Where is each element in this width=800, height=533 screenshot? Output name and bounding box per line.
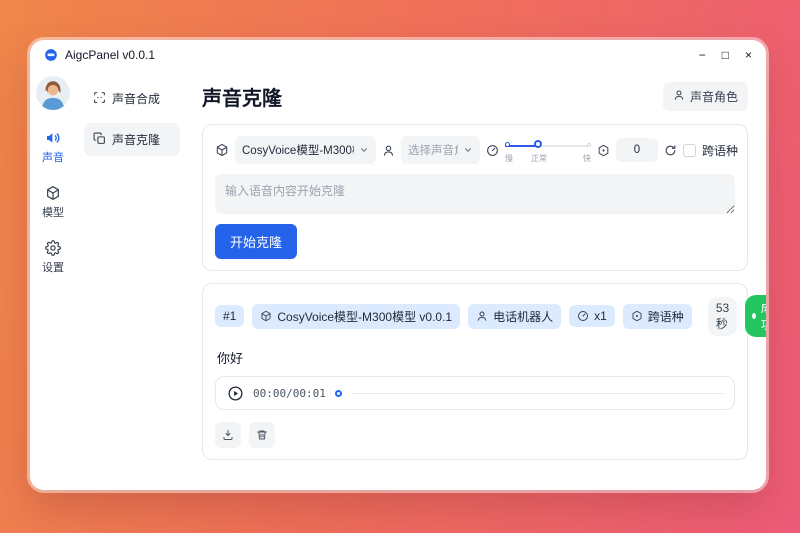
speedometer-icon [577, 310, 589, 322]
close-button[interactable]: × [745, 49, 752, 61]
speedometer-icon [486, 144, 499, 157]
speaker-icon [45, 130, 61, 146]
person-icon [673, 89, 685, 104]
cross-lingual-label: 跨语种 [702, 142, 738, 159]
model-cube-icon [45, 185, 61, 201]
model-select[interactable]: CosyVoice模型-M300模型 v0.0.1 [235, 136, 376, 164]
duration-badge: 53秒 [708, 297, 737, 336]
sidebar-item-voice[interactable]: 声音 [42, 130, 64, 165]
minimize-button[interactable]: − [699, 49, 706, 61]
result-index-badge: #1 [215, 305, 244, 327]
person-icon [382, 144, 395, 157]
app-logo-icon [44, 48, 58, 62]
result-model-badge: CosyVoice模型-M300模型 v0.0.1 [252, 304, 460, 329]
scan-icon [93, 91, 106, 107]
speed-label-fast: 快 [583, 153, 591, 164]
sidebar-item-label: 声音 [42, 149, 64, 165]
model-select-value: CosyVoice模型-M300模型 v0.0.1 [242, 142, 354, 158]
speed-label-slow: 慢 [505, 153, 513, 164]
result-voice-label: 电话机器人 [493, 308, 553, 325]
seed-icon [597, 144, 610, 157]
slider-labels: 慢 正常 快 [505, 153, 591, 163]
clone-text-input[interactable] [215, 174, 735, 214]
start-clone-button[interactable]: 开始克隆 [215, 224, 297, 259]
chevron-down-icon [463, 145, 473, 155]
result-text: 你好 [217, 348, 733, 367]
chevron-down-icon [359, 145, 369, 155]
voice-role-label: 声音角色 [690, 88, 738, 105]
clone-copy-icon [93, 132, 106, 148]
player-time: 00:00/00:01 [253, 387, 326, 400]
player-progress-track[interactable] [351, 393, 723, 394]
speed-slider[interactable]: 慢 正常 快 [505, 137, 591, 163]
player-seek-handle[interactable] [335, 390, 342, 397]
model-cube-icon [215, 143, 229, 157]
maximize-button[interactable]: □ [722, 49, 729, 61]
seed-icon [631, 310, 643, 322]
download-button[interactable] [215, 422, 241, 448]
slider-end-dot [587, 143, 591, 147]
seed-input[interactable] [616, 138, 658, 162]
status-badge: 成功 [745, 295, 766, 337]
avatar[interactable] [36, 76, 70, 110]
download-icon [222, 429, 234, 441]
gear-icon [45, 240, 61, 256]
result-voice-badge: 电话机器人 [468, 304, 561, 329]
voice-role-select[interactable]: 选择声音角色 [401, 136, 480, 164]
slider-fill [505, 145, 538, 147]
cross-lingual-checkbox[interactable] [683, 144, 696, 157]
sidebar-item-label: 模型 [42, 204, 64, 220]
status-label: 成功 [761, 299, 766, 333]
sidebar-item-model[interactable]: 模型 [42, 185, 64, 220]
model-cube-icon [260, 310, 272, 322]
trash-icon [256, 429, 268, 441]
submenu-item-voice-synthesis[interactable]: 声音合成 [84, 82, 180, 115]
result-speed-badge: x1 [569, 305, 615, 327]
result-model-label: CosyVoice模型-M300模型 v0.0.1 [277, 308, 452, 325]
result-cross-lingual-label: 跨语种 [648, 308, 684, 325]
delete-button[interactable] [249, 422, 275, 448]
main-content: 声音克隆 声音角色 CosyVoice模型-M300模型 v0.0.1 [188, 70, 766, 490]
play-button[interactable] [227, 385, 244, 402]
person-icon [476, 310, 488, 322]
status-dot [752, 313, 756, 319]
slider-start-dot [505, 142, 510, 147]
clone-form-card: CosyVoice模型-M300模型 v0.0.1 选择声音角色 [202, 124, 748, 271]
voice-role-select-placeholder: 选择声音角色 [408, 142, 458, 158]
speed-label-normal: 正常 [531, 153, 547, 164]
voice-role-button[interactable]: 声音角色 [663, 82, 748, 111]
submenu-item-label: 声音克隆 [112, 131, 160, 148]
sidebar-item-label: 设置 [42, 259, 64, 275]
icon-sidebar: 声音 模型 设置 [30, 70, 76, 490]
result-card: #1 CosyVoice模型-M300模型 v0.0.1 电话机器人 x1 [202, 283, 748, 460]
page-title: 声音克隆 [202, 82, 282, 111]
titlebar: AigcPanel v0.0.1 − □ × [30, 40, 766, 70]
refresh-icon[interactable] [664, 144, 677, 157]
submenu-item-label: 声音合成 [112, 90, 160, 107]
result-cross-lingual-badge: 跨语种 [623, 304, 692, 329]
app-window: AigcPanel v0.0.1 − □ × 声音 模型 [30, 40, 766, 490]
submenu-item-voice-clone[interactable]: 声音克隆 [84, 123, 180, 156]
window-controls: − □ × [699, 49, 752, 61]
sidebar-item-settings[interactable]: 设置 [42, 240, 64, 275]
audio-player: 00:00/00:01 [215, 376, 735, 410]
result-speed-label: x1 [594, 309, 607, 323]
window-title: AigcPanel v0.0.1 [65, 48, 155, 62]
secondary-sidebar: 声音合成 声音克隆 [76, 70, 188, 490]
slider-handle[interactable] [534, 140, 542, 148]
